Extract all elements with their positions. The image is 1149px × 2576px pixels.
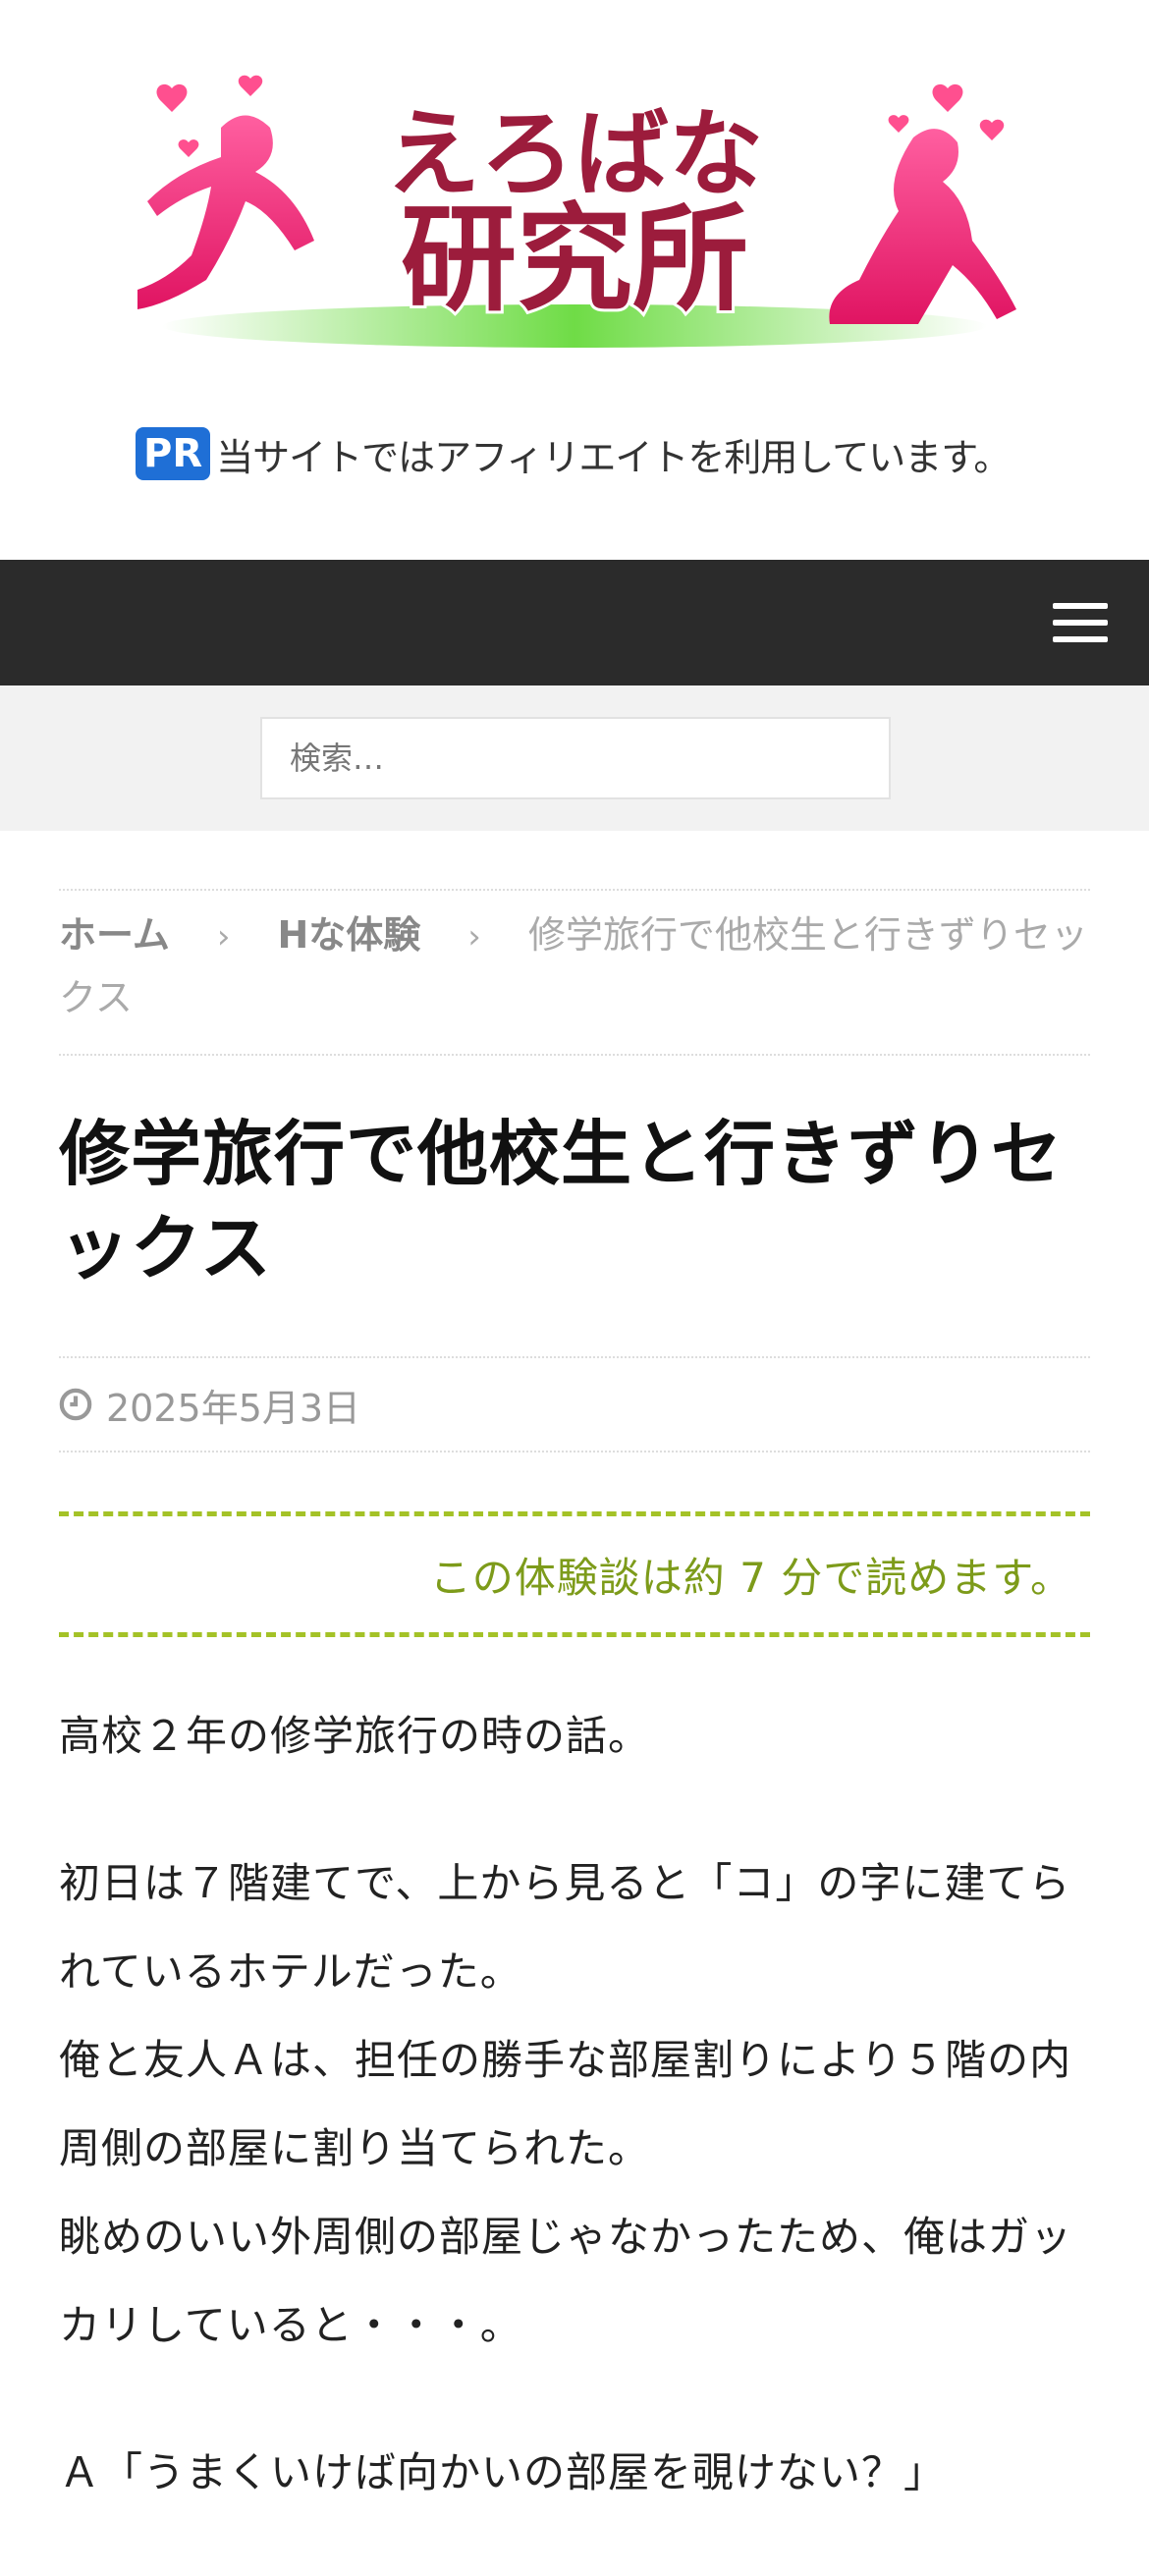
breadcrumb-separator: › — [467, 917, 481, 957]
breadcrumb: ホーム › Hな体験 › 修学旅行で他校生と行きずりセックス — [59, 889, 1090, 1056]
breadcrumb-current: 修学旅行で他校生と行きずりセックス — [59, 913, 1088, 1019]
hamburger-menu-icon[interactable] — [1053, 603, 1108, 642]
breadcrumb-category[interactable]: Hな体験 — [277, 913, 420, 957]
post-date: 2025年5月3日 — [106, 1386, 361, 1430]
search-bar — [0, 685, 1149, 831]
pr-badge: PR — [136, 427, 211, 480]
pr-notice-text: 当サイトではアフィリエイトを利用しています。 — [216, 435, 1011, 479]
main-navbar — [0, 560, 1149, 685]
read-time-box: この体験談は約 7 分で読めます。 — [59, 1511, 1090, 1637]
post-meta: 2025年5月3日 — [59, 1356, 1090, 1452]
site-header: えろばな 研究所 PR 当サイトではアフィリエイトを利用しています。 — [0, 0, 1149, 560]
read-time-text: この体験談は約 7 分で読めます。 — [429, 1553, 1072, 1602]
article-paragraph: Ａ「うまくいけば向かいの部屋を覗けない？」 — [59, 2448, 947, 2496]
clock-icon — [59, 1388, 92, 1421]
pr-notice: PR 当サイトではアフィリエイトを利用しています。 — [136, 424, 1011, 483]
article-paragraph: 高校２年の修学旅行の時の話。 — [59, 1712, 651, 1760]
breadcrumb-home[interactable]: ホーム — [59, 913, 170, 957]
article-body: 高校２年の修学旅行の時の話。 初日は７階建てで、上から見ると「コ」の字に建てられ… — [59, 1692, 1090, 2517]
breadcrumb-separator: › — [216, 917, 231, 957]
article-paragraph: 初日は７階建てで、上から見ると「コ」の字に建てられているホテルだった。 俺と友人… — [59, 1859, 1073, 2349]
article-title: 修学旅行で他校生と行きずりセックス — [59, 1113, 1064, 1289]
site-logo[interactable]: えろばな 研究所 — [128, 69, 1021, 363]
svg-text:研究所: 研究所 — [401, 191, 748, 327]
search-input[interactable] — [260, 717, 891, 799]
main-content: ホーム › Hな体験 › 修学旅行で他校生と行きずりセックス 修学旅行で他校生と行きずり… — [59, 889, 1090, 2576]
